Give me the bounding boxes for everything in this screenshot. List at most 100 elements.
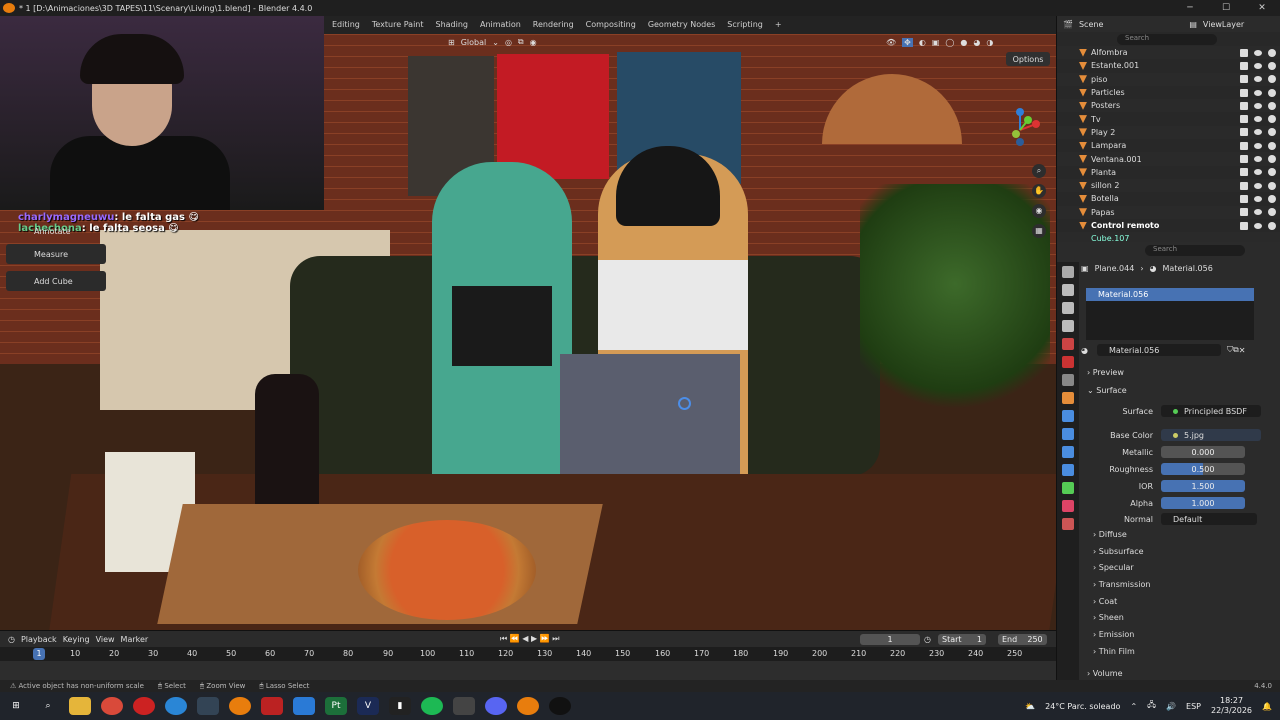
camera-icon[interactable] [1268,181,1276,190]
transmission-section[interactable]: › Transmission [1093,580,1150,589]
eye-icon[interactable] [1254,195,1262,202]
tool-add-cube[interactable]: Add Cube [6,271,106,291]
shading-rendered-icon[interactable]: ◑ [986,38,993,47]
language-indicator[interactable]: ESP [1186,702,1201,711]
checkbox-icon[interactable] [1240,115,1248,124]
outliner-item[interactable]: Lampara [1057,139,1280,152]
proportional-icon[interactable]: ◉ [530,38,537,47]
camera-icon[interactable] [1268,221,1276,230]
checkbox-icon[interactable] [1240,48,1248,57]
discord-icon[interactable] [485,697,507,715]
marker-menu[interactable]: Marker [121,635,149,644]
obs-icon[interactable]: ▮ [389,697,411,715]
eye-icon[interactable] [1254,182,1262,189]
material-name-field[interactable]: Material.056 [1097,344,1221,356]
eye-icon[interactable] [1254,62,1262,69]
eye-icon[interactable] [1254,209,1262,216]
next-keyframe-icon[interactable]: ⏩ [540,634,550,643]
thin-film-section[interactable]: › Thin Film [1093,647,1135,656]
davinci-icon[interactable] [197,697,219,715]
shading-solid-icon[interactable]: ● [960,38,967,47]
camera-icon[interactable] [1268,61,1276,70]
view-layer-tab-icon[interactable] [1062,320,1074,332]
scene-selector[interactable]: Scene [1079,20,1103,29]
play-reverse-icon[interactable]: ◀ [522,634,528,643]
outliner-item[interactable]: Planta [1057,166,1280,179]
outliner-item[interactable]: Papas [1057,205,1280,219]
keying-menu[interactable]: Keying [63,635,90,644]
navigation-gizmo[interactable] [1006,106,1046,146]
camera-icon[interactable] [1268,208,1276,217]
checkbox-icon[interactable] [1240,168,1248,177]
eye-icon[interactable] [1254,116,1262,123]
outliner-item[interactable]: Ventana.001 [1057,152,1280,166]
object-tab-icon[interactable] [1062,392,1074,404]
start-frame-field[interactable]: Start 1 [938,634,986,645]
outliner-item[interactable]: Botella [1057,192,1280,205]
outliner-item[interactable]: Estante.001 [1057,59,1280,72]
checkbox-icon[interactable] [1240,221,1248,230]
tab-animation[interactable]: Animation [474,16,527,34]
jump-start-icon[interactable]: ⏮ [500,634,507,643]
search-icon[interactable]: ⌕ [37,697,59,715]
tray-chevron-icon[interactable]: ⌃ [1130,702,1137,711]
view-menu[interactable]: View [96,635,115,644]
recorder-icon[interactable] [261,697,283,715]
eye-icon[interactable] [1254,102,1262,109]
constraints-tab-icon[interactable] [1062,464,1074,476]
close-icon[interactable]: ✕ [1239,346,1246,355]
tool-measure[interactable]: Measure [6,244,106,264]
emission-section[interactable]: › Emission [1093,630,1134,639]
clock[interactable]: 18:27 22/3/2026 [1211,696,1252,716]
grid-view-icon[interactable]: ▦ [1032,224,1046,238]
checkbox-icon[interactable] [1240,61,1248,70]
tab-scripting[interactable]: Scripting [721,16,769,34]
checkbox-icon[interactable] [1240,141,1248,150]
outliner-item[interactable]: Play 2 [1057,125,1280,140]
vegas-icon[interactable]: V [357,697,379,715]
modifier-tab-icon[interactable] [1062,410,1074,422]
obs-studio-icon[interactable] [549,697,571,715]
physics-tab-icon[interactable] [1062,446,1074,458]
gizmo-toggle-icon[interactable]: ✥ [902,37,913,47]
camera-icon[interactable] [1268,155,1276,164]
prev-keyframe-icon[interactable]: ⏪ [510,634,520,643]
xray-icon[interactable]: ▣ [932,38,940,47]
visibility-icon[interactable]: 👁 [886,38,896,47]
diffuse-section[interactable]: › Diffuse [1093,530,1127,539]
camera-icon[interactable] [1268,168,1276,177]
zoom-icon[interactable]: ⌕ [1032,164,1046,178]
normal-field[interactable]: Default [1161,513,1257,525]
outliner-item[interactable]: piso [1057,72,1280,86]
camera-icon[interactable] [1268,128,1276,137]
tab-editing[interactable]: Editing [326,16,366,34]
tab-texture-paint[interactable]: Texture Paint [366,16,430,34]
3d-cursor-icon[interactable] [678,397,691,410]
camera-icon[interactable] [1268,115,1276,124]
jump-end-icon[interactable]: ⏭ [552,634,559,643]
render-tab-icon[interactable] [1062,284,1074,296]
eye-icon[interactable] [1254,89,1262,96]
world-tab-icon[interactable] [1062,356,1074,368]
data-tab-icon[interactable] [1062,482,1074,494]
file-explorer-icon[interactable] [69,697,91,715]
timeline-track-area[interactable] [0,661,1056,681]
alpha-slider[interactable]: 1.000 [1161,497,1245,509]
camera-icon[interactable] [1268,88,1276,97]
camera-icon[interactable] [1268,141,1276,150]
scene-tab-icon[interactable] [1062,338,1074,350]
tool-tab-icon[interactable] [1062,266,1074,278]
eye-icon[interactable] [1254,142,1262,149]
current-frame-field[interactable]: 1 [860,634,920,645]
timeline-ruler[interactable]: 1 10 20 30 40 50 60 70 80 90 100 110 120… [0,647,1056,661]
weather-text[interactable]: 24°C Parc. soleado [1045,702,1120,711]
minimize-button[interactable]: ─ [1172,0,1208,16]
checkbox-icon[interactable] [1240,101,1248,110]
volume-icon[interactable]: 🔊 [1166,702,1176,711]
outliner-item[interactable]: sillon 2 [1057,178,1280,193]
volume-section[interactable]: › Volume [1087,669,1123,678]
particles-tab-icon[interactable] [1062,428,1074,440]
outliner-item-active[interactable]: Control remoto [1057,219,1280,232]
specular-section[interactable]: › Specular [1093,563,1134,572]
camera-icon[interactable] [1268,101,1276,110]
